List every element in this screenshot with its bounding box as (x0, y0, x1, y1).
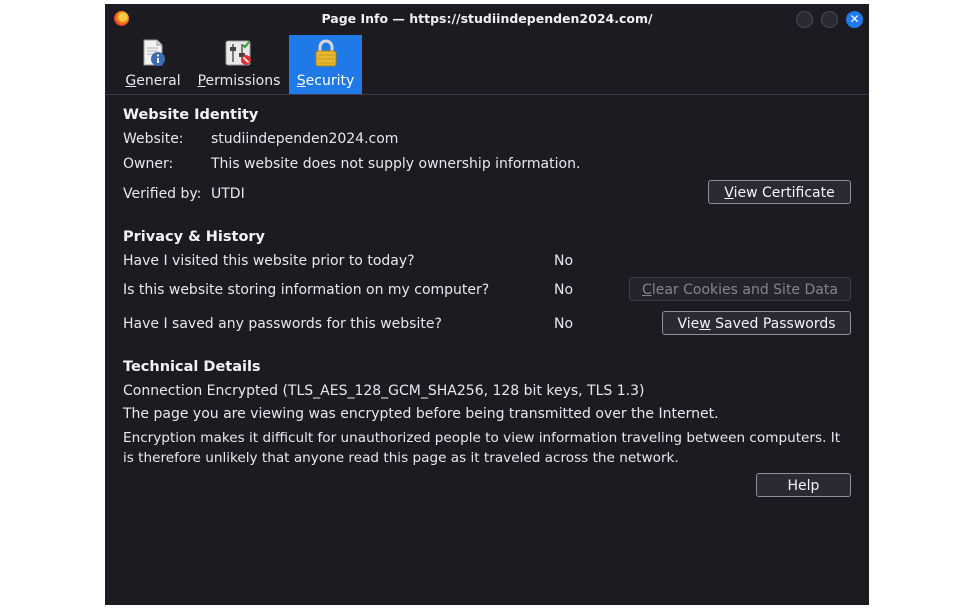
verified-by-label: Verified by: (123, 186, 202, 202)
permissions-icon (225, 40, 251, 66)
privacy-history-heading: Privacy & History (123, 229, 266, 245)
visited-answer: No (554, 253, 574, 269)
encryption-summary: The page you are viewing was encrypted b… (123, 406, 719, 422)
passwords-answer: No (554, 316, 574, 332)
technical-details-heading: Technical Details (123, 359, 261, 375)
view-certificate-label: iew Certificate (733, 185, 835, 201)
view-saved-passwords-button[interactable]: View Saved Passwords (662, 311, 851, 335)
tab-security[interactable]: Security (289, 35, 362, 94)
website-label: Website: (123, 131, 184, 147)
title-bar[interactable]: Page Info — https://studiindependen2024.… (105, 4, 869, 34)
tab-general-mnemonic: G (125, 73, 137, 89)
encryption-explanation: Encryption makes it difficult for unauth… (123, 430, 841, 466)
website-identity-heading: Website Identity (123, 107, 259, 123)
view-certificate-mnemonic: V (724, 185, 734, 201)
tab-toolbar: General Permissions Security (105, 34, 869, 95)
view-saved-passwords-prefix: Vie (677, 316, 700, 332)
tab-permissions[interactable]: Permissions (193, 35, 285, 94)
window-title: Page Info — https://studiindependen2024.… (321, 11, 653, 26)
website-value: studiindependen2024.com (211, 131, 399, 147)
tab-security-mnemonic: S (296, 73, 306, 89)
close-button[interactable]: ✕ (846, 11, 863, 28)
maximize-button[interactable] (821, 11, 838, 28)
tab-permissions-mnemonic: P (197, 73, 206, 89)
owner-value: This website does not supply ownership i… (211, 156, 581, 172)
page-info-window: Page Info — https://studiindependen2024.… (105, 4, 869, 605)
clear-cookies-label: lear Cookies and Site Data (651, 282, 838, 298)
security-panel: Website Identity Website: studiindepende… (105, 95, 869, 605)
view-certificate-button[interactable]: View Certificate (708, 180, 851, 204)
padlock-icon (315, 39, 336, 67)
help-button[interactable]: Help (756, 473, 851, 497)
verified-by-value: UTDI (211, 186, 245, 202)
tab-general[interactable]: General (120, 35, 186, 94)
tab-security-label: ecurity (305, 73, 355, 89)
close-icon: ✕ (849, 12, 860, 26)
connection-status: Connection Encrypted (TLS_AES_128_GCM_SH… (123, 383, 645, 399)
tab-general-label: eneral (136, 73, 181, 89)
passwords-question: Have I saved any passwords for this webs… (123, 316, 442, 332)
visited-question: Have I visited this website prior to tod… (123, 253, 415, 269)
view-saved-passwords-mnemonic: w (699, 316, 711, 332)
owner-label: Owner: (123, 156, 174, 172)
clear-cookies-button[interactable]: Clear Cookies and Site Data (629, 277, 851, 301)
storing-answer: No (554, 282, 574, 298)
page-info-icon (143, 39, 165, 66)
minimize-button[interactable] (796, 11, 813, 28)
storing-question: Is this website storing information on m… (123, 282, 490, 298)
tab-permissions-label: ermissions (205, 73, 281, 89)
view-saved-passwords-label: Saved Passwords (710, 316, 836, 332)
clear-cookies-mnemonic: C (642, 282, 652, 298)
